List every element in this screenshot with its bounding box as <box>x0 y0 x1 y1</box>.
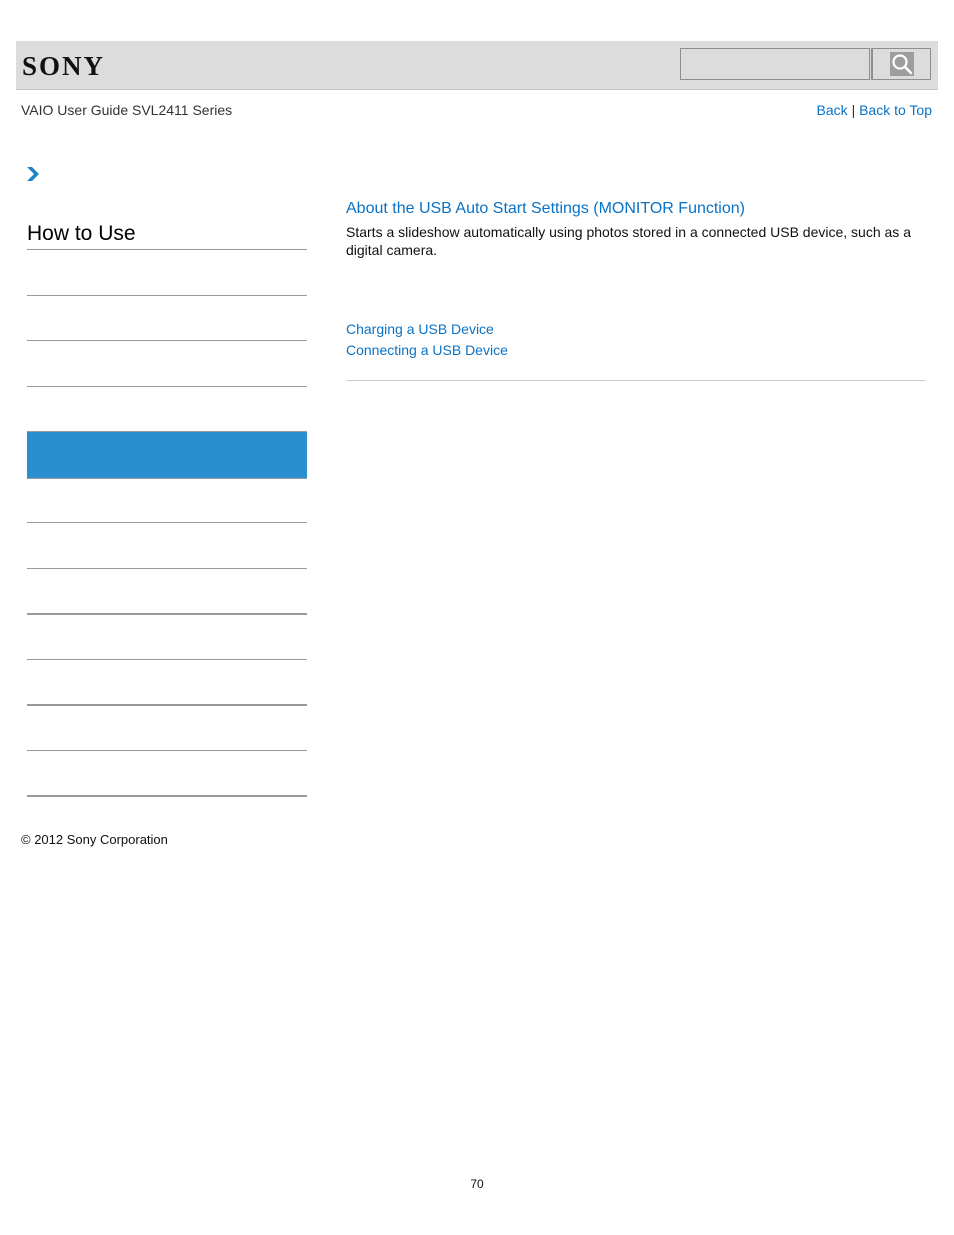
sidebar-item-2[interactable] <box>27 340 307 341</box>
article-title-link[interactable]: About the USB Auto Start Settings (MONIT… <box>346 200 745 218</box>
article-description: Starts a slideshow automatically using p… <box>346 224 911 258</box>
link-separator: | <box>851 102 856 118</box>
top-nav-links: Back | Back to Top <box>817 102 932 118</box>
sidebar-item-9[interactable] <box>27 704 307 706</box>
sidebar-title: How to Use <box>27 222 136 245</box>
content-divider <box>346 380 926 381</box>
sony-logo[interactable]: SONY <box>22 51 105 82</box>
copyright: © 2012 Sony Corporation <box>21 832 168 847</box>
sidebar-item-10[interactable] <box>27 750 307 751</box>
sidebar-item-3[interactable] <box>27 386 307 387</box>
back-to-top-link[interactable]: Back to Top <box>859 102 932 118</box>
search-button[interactable] <box>871 48 931 80</box>
sidebar-item-1[interactable] <box>27 295 307 296</box>
search-input[interactable] <box>680 48 870 80</box>
sidebar-title-divider <box>27 249 307 250</box>
guide-title: VAIO User Guide SVL2411 Series <box>21 102 233 118</box>
sidebar-item-6[interactable] <box>27 568 307 569</box>
chevron-right-icon[interactable] <box>25 165 41 183</box>
back-link[interactable]: Back <box>817 102 848 118</box>
sidebar-item-5[interactable] <box>27 522 307 523</box>
sidebar-item-11[interactable] <box>27 795 307 797</box>
related-link-charging-usb[interactable]: Charging a USB Device <box>346 321 494 337</box>
page-number: 70 <box>470 1177 484 1191</box>
magnifier-icon <box>889 52 914 76</box>
sidebar-item-7[interactable] <box>27 613 307 615</box>
sidebar-item-8[interactable] <box>27 659 307 660</box>
header-bar: SONY <box>16 41 938 90</box>
related-link-connecting-usb[interactable]: Connecting a USB Device <box>346 342 508 358</box>
sidebar-item-active[interactable] <box>27 431 307 479</box>
